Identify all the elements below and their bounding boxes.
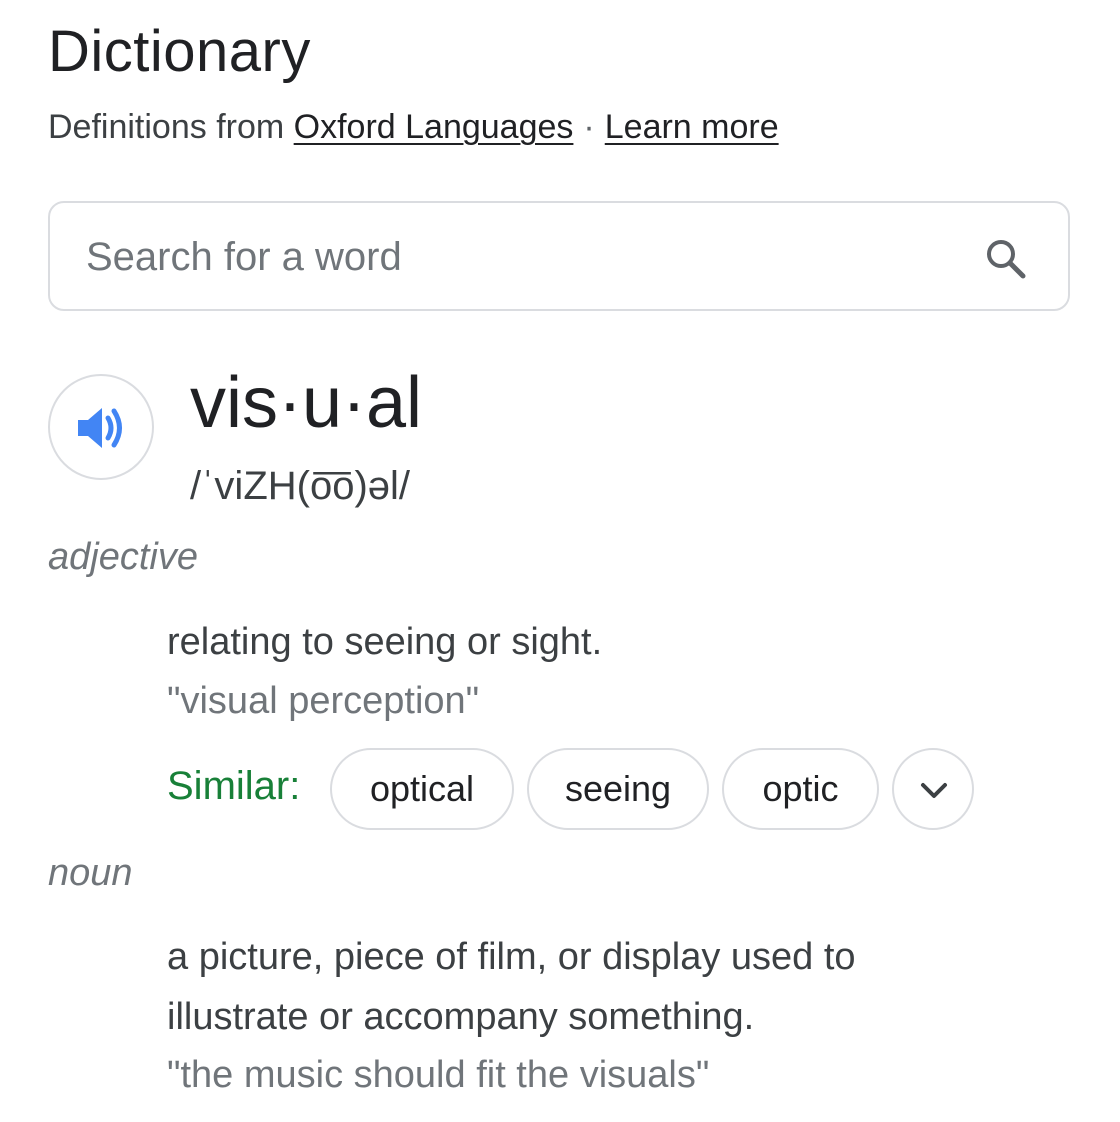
similar-chip-optic[interactable]: optic bbox=[722, 748, 879, 830]
example-adjective: "visual perception" bbox=[167, 680, 480, 722]
separator: · bbox=[583, 108, 595, 146]
oxford-languages-link[interactable]: Oxford Languages bbox=[294, 108, 574, 146]
chevron-down-icon bbox=[921, 783, 947, 798]
expand-similar-button[interactable] bbox=[892, 748, 974, 830]
example-noun: "the music should fit the visuals" bbox=[167, 1054, 710, 1096]
similar-label: Similar: bbox=[167, 764, 301, 808]
similar-chip-optical[interactable]: optical bbox=[330, 748, 514, 830]
pronunciation-audio-button[interactable] bbox=[48, 374, 154, 480]
search-box bbox=[48, 201, 1070, 311]
source-prefix: Definitions from bbox=[48, 108, 285, 146]
definition-noun: a picture, piece of film, or display use… bbox=[167, 936, 856, 1038]
source-line: Definitions from Oxford Languages · Learn … bbox=[48, 108, 779, 147]
similar-chip-seeing[interactable]: seeing bbox=[527, 748, 709, 830]
part-of-speech-adjective: adjective bbox=[48, 536, 198, 578]
speaker-icon bbox=[78, 408, 122, 448]
headword: vis·u·al bbox=[190, 363, 423, 443]
definition-adjective: relating to seeing or sight. bbox=[167, 621, 603, 663]
page-title: Dictionary bbox=[48, 19, 311, 84]
learn-more-link[interactable]: Learn more bbox=[605, 108, 779, 146]
search-icon[interactable] bbox=[984, 237, 1028, 281]
search-input[interactable] bbox=[86, 229, 946, 285]
phonetic-spelling: /ˈviZH(o͞o)əl/ bbox=[190, 464, 411, 508]
part-of-speech-noun: noun bbox=[48, 852, 133, 894]
